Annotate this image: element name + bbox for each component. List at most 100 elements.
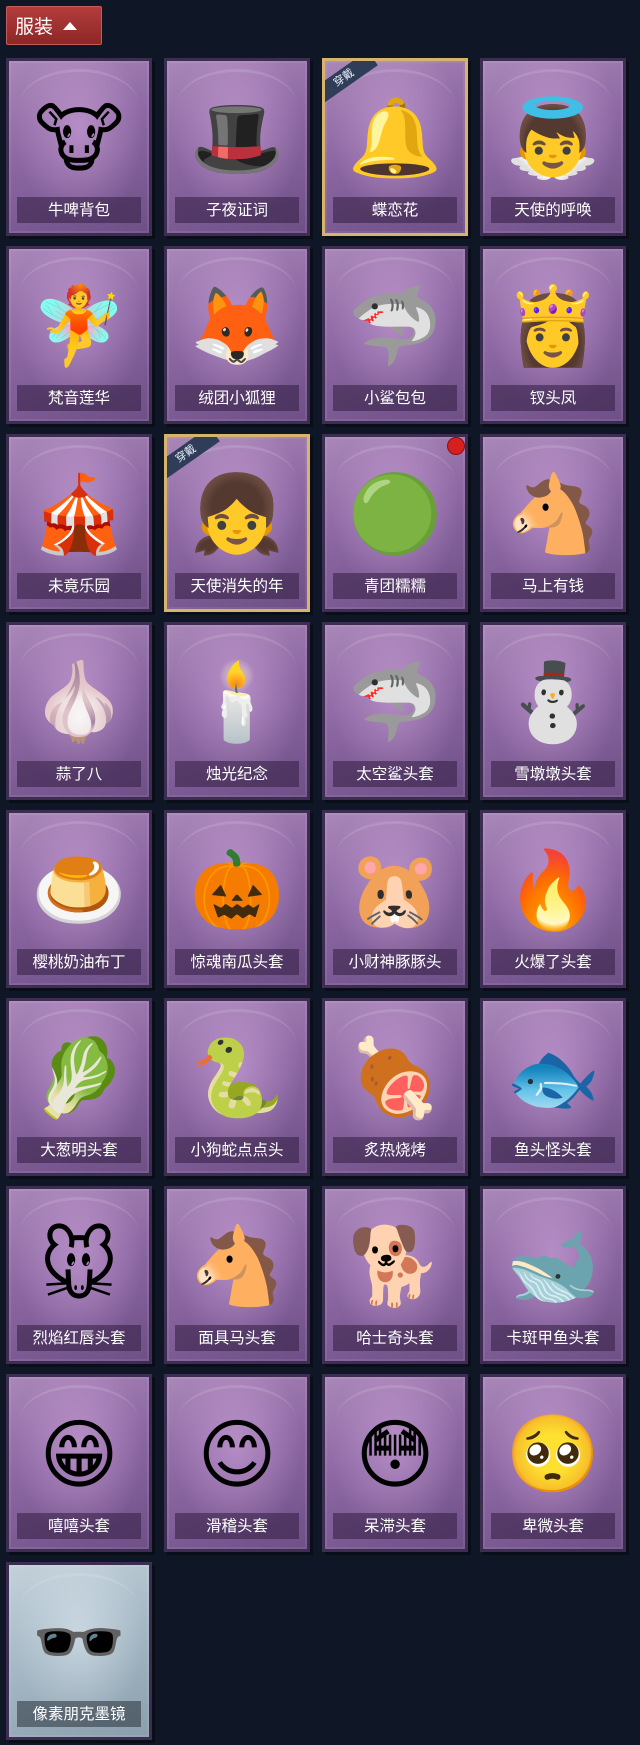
item-card[interactable]: 🐕 哈士奇头套 xyxy=(322,1186,468,1364)
item-name: 樱桃奶油布丁 xyxy=(17,949,141,975)
item-card[interactable]: 🐴 面具马头套 xyxy=(164,1186,310,1364)
item-name: 小鲨包包 xyxy=(333,385,457,411)
green-onion-head-icon: 🥬 xyxy=(31,1033,127,1122)
snowman-head-icon: ⛄ xyxy=(505,657,601,746)
item-card[interactable]: 🐮 牛啤背包 xyxy=(6,58,152,236)
item-name: 烛光纪念 xyxy=(175,761,299,787)
husky-head-icon: 🐕 xyxy=(347,1221,443,1310)
item-card[interactable]: 🐹 小财神豚豚头 xyxy=(322,810,468,988)
angel-figure-icon: 👼 xyxy=(505,93,601,182)
pink-hair-figure-icon: 🧚 xyxy=(31,281,127,370)
item-card[interactable]: 🦈 小鲨包包 xyxy=(322,246,468,424)
item-name: 子夜证词 xyxy=(175,197,299,223)
item-name: 滑稽头套 xyxy=(175,1513,299,1539)
item-card[interactable]: 🟢 青团糯糯 xyxy=(322,434,468,612)
item-card[interactable]: 🔥 火爆了头套 xyxy=(480,810,626,988)
red-horse-icon: 🐴 xyxy=(505,469,601,558)
yellow-mouse-head-icon: 🐭 xyxy=(39,1221,119,1311)
cow-beer-barrel-icon: 🐮 xyxy=(34,93,124,183)
item-name: 未竟乐园 xyxy=(17,573,141,599)
item-card[interactable]: 👸 钗头凤 xyxy=(480,246,626,424)
item-card[interactable]: 🦈 太空鲨头套 xyxy=(322,622,468,800)
item-card[interactable]: 🧚 梵音莲华 xyxy=(6,246,152,424)
item-card[interactable]: 🕶️ 像素朋克墨镜 xyxy=(6,1562,152,1740)
item-card[interactable]: ⛄ 雪墩墩头套 xyxy=(480,622,626,800)
item-name: 蒜了八 xyxy=(17,761,141,787)
item-card[interactable]: 🐋 卡斑甲鱼头套 xyxy=(480,1186,626,1364)
clown-girl-icon: 🎪 xyxy=(31,469,127,558)
green-dumpling-icon: 🟢 xyxy=(347,469,443,558)
item-card[interactable]: 😊 滑稽头套 xyxy=(164,1374,310,1552)
item-card[interactable]: 🎃 惊魂南瓜头套 xyxy=(164,810,310,988)
item-name: 哈士奇头套 xyxy=(333,1325,457,1351)
item-card[interactable]: 🐴 马上有钱 xyxy=(480,434,626,612)
item-name: 雪墩墩头套 xyxy=(491,761,615,787)
item-name: 天使消失的年 xyxy=(175,573,299,599)
horse-mask-icon: 🐴 xyxy=(189,1221,285,1310)
item-name: 鱼头怪头套 xyxy=(491,1137,615,1163)
item-card[interactable]: 🍖 炙热烧烤 xyxy=(322,998,468,1176)
item-name: 卡斑甲鱼头套 xyxy=(491,1325,615,1351)
item-card[interactable]: 🎩 子夜证词 xyxy=(164,58,310,236)
item-card[interactable]: 🥬 大葱明头套 xyxy=(6,998,152,1176)
item-name: 钗头凤 xyxy=(491,385,615,411)
item-name: 天使的呼唤 xyxy=(491,197,615,223)
item-card[interactable]: 🕯️ 烛光纪念 xyxy=(164,622,310,800)
item-card[interactable]: 👼 天使的呼唤 xyxy=(480,58,626,236)
item-name: 炙热烧烤 xyxy=(333,1137,457,1163)
item-name: 大葱明头套 xyxy=(17,1137,141,1163)
timid-emoji-head-icon: 🥺 xyxy=(505,1409,601,1498)
item-name: 惊魂南瓜头套 xyxy=(175,949,299,975)
item-name: 马上有钱 xyxy=(491,573,615,599)
item-name: 火爆了头套 xyxy=(491,949,615,975)
item-name: 牛啤背包 xyxy=(17,197,141,223)
crowned-figure-icon: 👸 xyxy=(505,281,601,370)
item-name: 太空鲨头套 xyxy=(333,761,457,787)
item-card[interactable]: 🍮 樱桃奶油布丁 xyxy=(6,810,152,988)
item-name: 蝶恋花 xyxy=(333,197,457,223)
item-card[interactable]: 🦊 绒团小狐狸 xyxy=(164,246,310,424)
pumpkin-head-icon: 🎃 xyxy=(189,845,285,934)
plague-doctor-icon: 🎩 xyxy=(189,93,285,182)
item-card[interactable]: 🎪 未竟乐园 xyxy=(6,434,152,612)
item-card[interactable]: 🐟 鱼头怪头套 xyxy=(480,998,626,1176)
whale-head-icon: 🐋 xyxy=(505,1221,601,1310)
item-name: 呆滞头套 xyxy=(333,1513,457,1539)
grin-emoji-head-icon: 😁 xyxy=(39,1409,119,1499)
funny-emoji-head-icon: 😊 xyxy=(197,1409,277,1499)
item-card[interactable]: 🧄 蒜了八 xyxy=(6,622,152,800)
item-name: 卑微头套 xyxy=(491,1513,615,1539)
bell-wreath-icon: 🔔 xyxy=(347,93,443,182)
item-card[interactable]: 😳 呆滞头套 xyxy=(322,1374,468,1552)
item-name: 小狗蛇点点头 xyxy=(175,1137,299,1163)
shark-bag-icon: 🦈 xyxy=(347,281,443,370)
item-card[interactable]: 🐭 烈焰红唇头套 xyxy=(6,1186,152,1364)
garlic-icon: 🧄 xyxy=(31,657,127,746)
item-name: 像素朋克墨镜 xyxy=(17,1701,141,1727)
item-name: 绒团小狐狸 xyxy=(175,385,299,411)
candle-icon: 🕯️ xyxy=(189,657,285,746)
snake-dog-head-icon: 🐍 xyxy=(189,1033,285,1122)
item-name: 梵音莲华 xyxy=(17,385,141,411)
space-shark-head-icon: 🦈 xyxy=(347,657,443,746)
item-card[interactable]: 🔔 蝶恋花 穿戴 xyxy=(322,58,468,236)
item-card[interactable]: 👧 天使消失的年 穿戴 xyxy=(164,434,310,612)
stunned-emoji-head-icon: 😳 xyxy=(355,1409,435,1499)
item-name: 青团糯糯 xyxy=(333,573,457,599)
item-card[interactable]: 🥺 卑微头套 xyxy=(480,1374,626,1552)
item-card[interactable]: 😁 嘻嘻头套 xyxy=(6,1374,152,1552)
item-name: 烈焰红唇头套 xyxy=(17,1325,141,1351)
item-name: 小财神豚豚头 xyxy=(333,949,457,975)
white-fox-icon: 🦊 xyxy=(189,281,285,370)
fire-head-icon: 🔥 xyxy=(505,845,601,934)
pixel-sunglasses-icon: 🕶️ xyxy=(31,1597,127,1686)
item-card[interactable]: 🐍 小狗蛇点点头 xyxy=(164,998,310,1176)
item-grid: 🐮 牛啤背包 🎩 子夜证词 🔔 蝶恋花 穿戴 👼 天使的呼唤 🧚 梵音莲华 🦊 绒团小狐狸 🦈 小鲨包包 👸 钗… xyxy=(0,0,640,1745)
item-name: 面具马头套 xyxy=(175,1325,299,1351)
new-dot-icon xyxy=(447,437,465,455)
pudding-icon: 🍮 xyxy=(31,845,127,934)
angel-girl-icon: 👧 xyxy=(189,469,285,558)
item-name: 嘻嘻头套 xyxy=(17,1513,141,1539)
meat-bone-head-icon: 🍖 xyxy=(347,1033,443,1122)
fish-head-icon: 🐟 xyxy=(505,1033,601,1122)
